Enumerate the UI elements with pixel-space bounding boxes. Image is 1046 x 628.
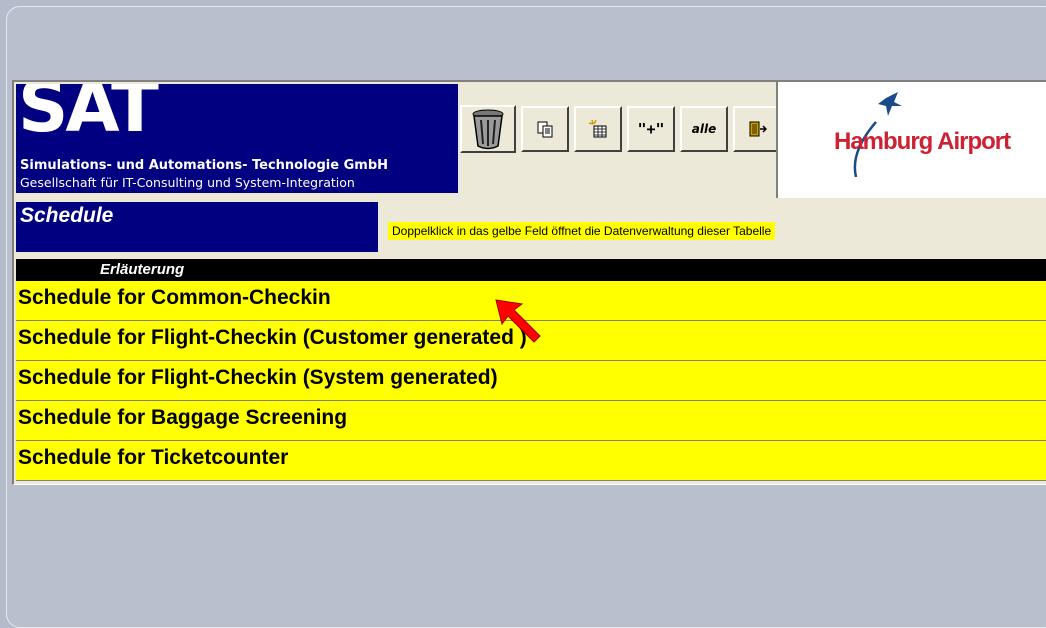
access-form: SAT Simulations- und Automations- Techno…	[12, 80, 1046, 485]
mouse-pointer-icon	[495, 299, 541, 343]
new-record-icon	[588, 119, 607, 138]
sat-logo-title: SAT	[18, 84, 159, 148]
copy-icon	[537, 121, 553, 138]
exit-door-icon	[749, 121, 767, 137]
sat-logo: SAT Simulations- und Automations- Techno…	[16, 84, 458, 193]
airport-name: Hamburg Airport	[834, 128, 1011, 155]
toolbar: "+" alle	[460, 105, 786, 154]
show-all-button[interactable]: alle	[680, 106, 728, 152]
delete-button[interactable]	[460, 105, 516, 153]
sat-logo-subtitle: Simulations- und Automations- Technologi…	[20, 158, 388, 173]
new-record-button[interactable]	[574, 106, 622, 152]
form-title: Schedule	[16, 202, 378, 252]
schedule-row-baggage-screening[interactable]: Schedule for Baggage Screening	[16, 401, 1046, 441]
hamburg-airport-logo: Hamburg Airport	[776, 82, 1046, 198]
copy-button[interactable]	[521, 106, 569, 152]
column-header-erlaeuterung: Erläuterung	[16, 259, 1046, 281]
schedule-row-ticketcounter[interactable]: Schedule for Ticketcounter	[16, 441, 1046, 481]
exit-button[interactable]	[733, 106, 781, 152]
add-button[interactable]: "+"	[627, 106, 675, 152]
trash-can-icon	[472, 109, 504, 150]
hint-text: Doppelklick in das gelbe Feld öffnet die…	[388, 222, 776, 240]
schedule-row-flight-checkin-system[interactable]: Schedule for Flight-Checkin (System gene…	[16, 361, 1046, 401]
sat-logo-tagline: Gesellschaft für IT-Consulting und Syste…	[20, 175, 355, 190]
